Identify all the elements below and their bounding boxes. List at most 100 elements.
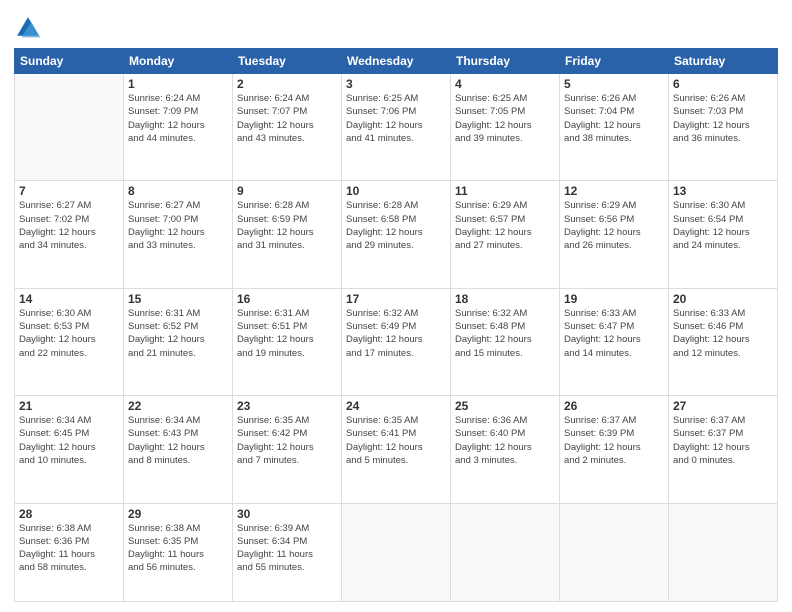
day-info: Sunrise: 6:34 AM Sunset: 6:43 PM Dayligh… [128,414,228,467]
calendar-day-cell: 19Sunrise: 6:33 AM Sunset: 6:47 PM Dayli… [560,288,669,395]
day-number: 2 [237,77,337,91]
day-info: Sunrise: 6:32 AM Sunset: 6:49 PM Dayligh… [346,307,446,360]
calendar-week-2: 7Sunrise: 6:27 AM Sunset: 7:02 PM Daylig… [15,181,778,288]
calendar-day-cell [560,503,669,602]
day-info: Sunrise: 6:38 AM Sunset: 6:36 PM Dayligh… [19,522,119,575]
calendar-day-cell: 23Sunrise: 6:35 AM Sunset: 6:42 PM Dayli… [233,396,342,503]
calendar-header-saturday: Saturday [669,49,778,74]
day-info: Sunrise: 6:37 AM Sunset: 6:37 PM Dayligh… [673,414,773,467]
calendar-day-cell [342,503,451,602]
logo [14,14,46,42]
calendar-header-thursday: Thursday [451,49,560,74]
day-info: Sunrise: 6:29 AM Sunset: 6:57 PM Dayligh… [455,199,555,252]
calendar-day-cell: 8Sunrise: 6:27 AM Sunset: 7:00 PM Daylig… [124,181,233,288]
day-number: 7 [19,184,119,198]
calendar-day-cell: 13Sunrise: 6:30 AM Sunset: 6:54 PM Dayli… [669,181,778,288]
calendar-day-cell: 6Sunrise: 6:26 AM Sunset: 7:03 PM Daylig… [669,74,778,181]
calendar-week-4: 21Sunrise: 6:34 AM Sunset: 6:45 PM Dayli… [15,396,778,503]
calendar-table: SundayMondayTuesdayWednesdayThursdayFrid… [14,48,778,602]
day-info: Sunrise: 6:25 AM Sunset: 7:06 PM Dayligh… [346,92,446,145]
calendar-header-row: SundayMondayTuesdayWednesdayThursdayFrid… [15,49,778,74]
day-info: Sunrise: 6:29 AM Sunset: 6:56 PM Dayligh… [564,199,664,252]
calendar-header-friday: Friday [560,49,669,74]
calendar-week-1: 1Sunrise: 6:24 AM Sunset: 7:09 PM Daylig… [15,74,778,181]
calendar-day-cell: 2Sunrise: 6:24 AM Sunset: 7:07 PM Daylig… [233,74,342,181]
day-number: 6 [673,77,773,91]
day-info: Sunrise: 6:39 AM Sunset: 6:34 PM Dayligh… [237,522,337,575]
calendar-day-cell: 12Sunrise: 6:29 AM Sunset: 6:56 PM Dayli… [560,181,669,288]
day-number: 8 [128,184,228,198]
day-number: 27 [673,399,773,413]
day-info: Sunrise: 6:28 AM Sunset: 6:58 PM Dayligh… [346,199,446,252]
calendar-day-cell: 25Sunrise: 6:36 AM Sunset: 6:40 PM Dayli… [451,396,560,503]
calendar-day-cell: 28Sunrise: 6:38 AM Sunset: 6:36 PM Dayli… [15,503,124,602]
day-number: 26 [564,399,664,413]
day-info: Sunrise: 6:24 AM Sunset: 7:07 PM Dayligh… [237,92,337,145]
day-info: Sunrise: 6:26 AM Sunset: 7:03 PM Dayligh… [673,92,773,145]
calendar-header-monday: Monday [124,49,233,74]
calendar-day-cell: 18Sunrise: 6:32 AM Sunset: 6:48 PM Dayli… [451,288,560,395]
day-info: Sunrise: 6:26 AM Sunset: 7:04 PM Dayligh… [564,92,664,145]
day-number: 17 [346,292,446,306]
calendar-day-cell: 10Sunrise: 6:28 AM Sunset: 6:58 PM Dayli… [342,181,451,288]
day-number: 4 [455,77,555,91]
logo-icon [14,14,42,42]
day-info: Sunrise: 6:34 AM Sunset: 6:45 PM Dayligh… [19,414,119,467]
day-info: Sunrise: 6:36 AM Sunset: 6:40 PM Dayligh… [455,414,555,467]
calendar-day-cell: 20Sunrise: 6:33 AM Sunset: 6:46 PM Dayli… [669,288,778,395]
day-number: 21 [19,399,119,413]
calendar-day-cell [669,503,778,602]
day-number: 19 [564,292,664,306]
calendar-day-cell: 11Sunrise: 6:29 AM Sunset: 6:57 PM Dayli… [451,181,560,288]
calendar-day-cell: 26Sunrise: 6:37 AM Sunset: 6:39 PM Dayli… [560,396,669,503]
header [14,10,778,42]
calendar-day-cell [15,74,124,181]
calendar-day-cell: 5Sunrise: 6:26 AM Sunset: 7:04 PM Daylig… [560,74,669,181]
day-info: Sunrise: 6:27 AM Sunset: 7:02 PM Dayligh… [19,199,119,252]
day-number: 12 [564,184,664,198]
day-number: 25 [455,399,555,413]
day-info: Sunrise: 6:30 AM Sunset: 6:54 PM Dayligh… [673,199,773,252]
calendar-day-cell: 22Sunrise: 6:34 AM Sunset: 6:43 PM Dayli… [124,396,233,503]
day-info: Sunrise: 6:33 AM Sunset: 6:47 PM Dayligh… [564,307,664,360]
calendar-day-cell [451,503,560,602]
calendar-header-tuesday: Tuesday [233,49,342,74]
day-number: 28 [19,507,119,521]
day-number: 29 [128,507,228,521]
calendar-header-sunday: Sunday [15,49,124,74]
day-info: Sunrise: 6:25 AM Sunset: 7:05 PM Dayligh… [455,92,555,145]
day-number: 1 [128,77,228,91]
day-number: 30 [237,507,337,521]
page: SundayMondayTuesdayWednesdayThursdayFrid… [0,0,792,612]
calendar-day-cell: 21Sunrise: 6:34 AM Sunset: 6:45 PM Dayli… [15,396,124,503]
day-number: 13 [673,184,773,198]
day-number: 9 [237,184,337,198]
calendar-day-cell: 16Sunrise: 6:31 AM Sunset: 6:51 PM Dayli… [233,288,342,395]
day-info: Sunrise: 6:32 AM Sunset: 6:48 PM Dayligh… [455,307,555,360]
day-info: Sunrise: 6:31 AM Sunset: 6:52 PM Dayligh… [128,307,228,360]
day-info: Sunrise: 6:33 AM Sunset: 6:46 PM Dayligh… [673,307,773,360]
day-number: 16 [237,292,337,306]
calendar-day-cell: 15Sunrise: 6:31 AM Sunset: 6:52 PM Dayli… [124,288,233,395]
day-number: 5 [564,77,664,91]
day-info: Sunrise: 6:28 AM Sunset: 6:59 PM Dayligh… [237,199,337,252]
calendar-week-5: 28Sunrise: 6:38 AM Sunset: 6:36 PM Dayli… [15,503,778,602]
day-info: Sunrise: 6:31 AM Sunset: 6:51 PM Dayligh… [237,307,337,360]
day-number: 11 [455,184,555,198]
calendar-day-cell: 14Sunrise: 6:30 AM Sunset: 6:53 PM Dayli… [15,288,124,395]
calendar-day-cell: 9Sunrise: 6:28 AM Sunset: 6:59 PM Daylig… [233,181,342,288]
day-number: 10 [346,184,446,198]
calendar-day-cell: 30Sunrise: 6:39 AM Sunset: 6:34 PM Dayli… [233,503,342,602]
calendar-day-cell: 7Sunrise: 6:27 AM Sunset: 7:02 PM Daylig… [15,181,124,288]
day-number: 15 [128,292,228,306]
day-info: Sunrise: 6:27 AM Sunset: 7:00 PM Dayligh… [128,199,228,252]
day-number: 14 [19,292,119,306]
calendar-day-cell: 17Sunrise: 6:32 AM Sunset: 6:49 PM Dayli… [342,288,451,395]
calendar-day-cell: 29Sunrise: 6:38 AM Sunset: 6:35 PM Dayli… [124,503,233,602]
day-info: Sunrise: 6:24 AM Sunset: 7:09 PM Dayligh… [128,92,228,145]
calendar-day-cell: 3Sunrise: 6:25 AM Sunset: 7:06 PM Daylig… [342,74,451,181]
calendar-day-cell: 27Sunrise: 6:37 AM Sunset: 6:37 PM Dayli… [669,396,778,503]
calendar-header-wednesday: Wednesday [342,49,451,74]
calendar-week-3: 14Sunrise: 6:30 AM Sunset: 6:53 PM Dayli… [15,288,778,395]
day-number: 18 [455,292,555,306]
